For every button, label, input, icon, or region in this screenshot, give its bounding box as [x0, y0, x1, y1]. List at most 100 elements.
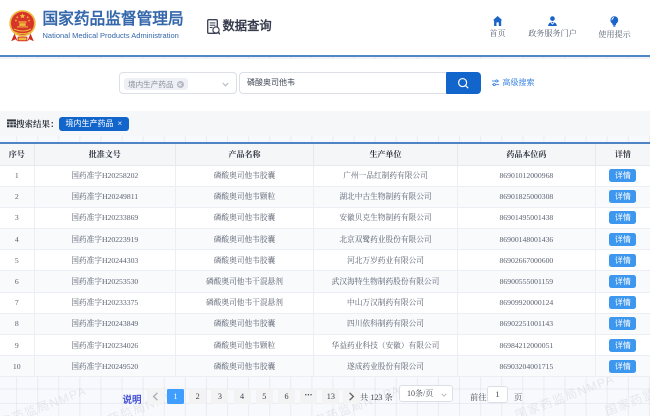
category-select[interactable]: 境内生产药品 [119, 72, 237, 94]
col-index: 序号 [0, 144, 34, 165]
page-button-4[interactable]: 4 [234, 389, 251, 405]
advanced-search-link[interactable]: 高级搜索 [492, 74, 535, 92]
page-button-6[interactable]: 6 [278, 389, 295, 405]
cell-index: 3 [0, 207, 34, 228]
cell-code: 86900148001436 [458, 229, 596, 250]
next-page-button[interactable] [343, 389, 360, 405]
table-row: 5国药准字H20244303磷酸奥司他韦胶囊河北万岁药业有限公司86902667… [0, 250, 650, 271]
col-manufacturer: 生产单位 [314, 144, 458, 165]
table-row: 2国药准字H20249811磷酸奥司他韦颗粒湖北中古生物制药有限公司869018… [0, 186, 650, 207]
search-input[interactable]: 磷酸奥司他韦 [239, 72, 446, 94]
cell-detail: 详情 [595, 250, 650, 271]
detail-button[interactable]: 详情 [609, 339, 636, 352]
table-row: 1国药准字H20258202磷酸奥司他韦胶囊广州一品红制药有限公司8690101… [0, 165, 650, 186]
bulb-icon [610, 16, 619, 27]
page-header: 国家药品监督管理局 National Medical Products Admi… [0, 0, 650, 57]
nav-usage-tips[interactable]: 使用提示 [598, 16, 630, 40]
cell-detail: 详情 [595, 165, 650, 186]
grid-icon [7, 115, 16, 133]
cell-manufacturer: 北京双鹭药业股份有限公司 [314, 229, 458, 250]
note-link[interactable]: 说明 [123, 392, 142, 406]
table-header-row: 序号 批准文号 产品名称 生产单位 药品本位码 详情 [0, 144, 650, 165]
cell-manufacturer: 安徽贝克生物制药有限公司 [314, 207, 458, 228]
search-icon [457, 77, 470, 90]
user-icon [548, 16, 558, 26]
page-size-value: 10条/页 [407, 389, 433, 398]
advanced-search-label: 高级搜索 [503, 77, 535, 88]
results-label-group: 搜索结果： [7, 115, 59, 133]
cell-approval: 国药准字H20249520 [34, 356, 176, 377]
filter-tag-close-icon[interactable]: × [118, 119, 123, 128]
cell-approval: 国药准字H20253530 [34, 271, 176, 292]
cell-code: 86984212000051 [458, 335, 596, 356]
cell-manufacturer: 华益药业科技（安徽）有限公司 [314, 335, 458, 356]
pager-ellipsis[interactable]: ••• [300, 389, 317, 405]
nav-gov-portal[interactable]: 政务服务门户 [528, 16, 577, 39]
cell-index: 8 [0, 313, 34, 334]
page-button-5[interactable]: 5 [256, 389, 273, 405]
cell-manufacturer: 四川依科制药有限公司 [314, 313, 458, 334]
cell-detail: 详情 [595, 186, 650, 207]
nav-home[interactable]: 首页 [489, 16, 505, 39]
col-detail: 详情 [595, 144, 650, 165]
cell-index: 5 [0, 250, 34, 271]
cell-product: 磷酸奥司他韦干混悬剂 [176, 292, 314, 313]
cell-code: 86900555001159 [458, 271, 596, 292]
pagination-bar: 说明 123456•••13 共 123 条 10条/页 前往 1 页 [0, 385, 650, 409]
col-product: 产品名称 [176, 144, 314, 165]
top-navigation: 首页 政务服务门户 使用提示 [0, 0, 650, 57]
detail-button[interactable]: 详情 [609, 254, 636, 267]
total-count: 共 123 条 [360, 390, 393, 405]
goto-page-input[interactable]: 1 [487, 386, 508, 403]
cell-detail: 详情 [595, 356, 650, 377]
cell-product: 磷酸奥司他韦胶囊 [176, 165, 314, 186]
search-button[interactable] [446, 72, 481, 94]
cell-detail: 详情 [595, 229, 650, 250]
cell-detail: 详情 [595, 207, 650, 228]
results-label: 搜索结果： [16, 118, 59, 130]
cell-product: 磷酸奥司他韦干混悬剂 [176, 271, 314, 292]
filter-icon [492, 74, 499, 92]
detail-button[interactable]: 详情 [609, 296, 636, 309]
cell-manufacturer: 广州一品红制药有限公司 [314, 165, 458, 186]
page-button-3[interactable]: 3 [211, 389, 228, 405]
cell-product: 磷酸奥司他韦胶囊 [176, 207, 314, 228]
nav-usage-tips-label: 使用提示 [598, 29, 630, 40]
table-row: 9国药准字H20234026磷酸奥司他韦颗粒华益药业科技（安徽）有限公司8698… [0, 335, 650, 356]
filter-tag[interactable]: 境内生产药品 × [59, 117, 130, 132]
cell-code: 86903204001715 [458, 356, 596, 377]
detail-button[interactable]: 详情 [609, 275, 636, 288]
cell-product: 磷酸奥司他韦颗粒 [176, 186, 314, 207]
cell-approval: 国药准字H20234026 [34, 335, 176, 356]
tag-close-icon[interactable] [177, 81, 184, 88]
chevron-down-icon [222, 81, 229, 88]
detail-button[interactable]: 详情 [609, 233, 636, 246]
detail-button[interactable]: 详情 [609, 169, 636, 182]
prev-page-button[interactable] [147, 389, 164, 405]
cell-index: 10 [0, 356, 34, 377]
page-button-1[interactable]: 1 [167, 389, 184, 405]
cell-manufacturer: 河北万岁药业有限公司 [314, 250, 458, 271]
page-button-13[interactable]: 13 [322, 389, 339, 405]
cell-code: 86901825000308 [458, 186, 596, 207]
cell-approval: 国药准字H20249811 [34, 186, 176, 207]
cell-approval: 国药准字H20244303 [34, 250, 176, 271]
detail-button[interactable]: 详情 [609, 360, 636, 373]
page-size-select[interactable]: 10条/页 [399, 385, 453, 402]
cell-index: 2 [0, 186, 34, 207]
home-icon [493, 16, 503, 26]
page-button-2[interactable]: 2 [189, 389, 206, 405]
category-tag: 境内生产药品 [124, 78, 188, 90]
detail-button[interactable]: 详情 [609, 190, 636, 203]
cell-index: 4 [0, 229, 34, 250]
search-input-value: 磷酸奥司他韦 [240, 73, 446, 93]
detail-button[interactable]: 详情 [609, 317, 636, 330]
results-band: 搜索结果： 境内生产药品 × [0, 111, 650, 136]
chevron-down-icon [441, 392, 447, 398]
detail-button[interactable]: 详情 [609, 211, 636, 224]
table-row: 8国药准字H20243849磷酸奥司他韦胶囊四川依科制药有限公司86902251… [0, 313, 650, 334]
cell-manufacturer: 遂成药业股份有限公司 [314, 356, 458, 377]
cell-detail: 详情 [595, 292, 650, 313]
cell-product: 磷酸奥司他韦胶囊 [176, 250, 314, 271]
cell-approval: 国药准字H20243849 [34, 313, 176, 334]
